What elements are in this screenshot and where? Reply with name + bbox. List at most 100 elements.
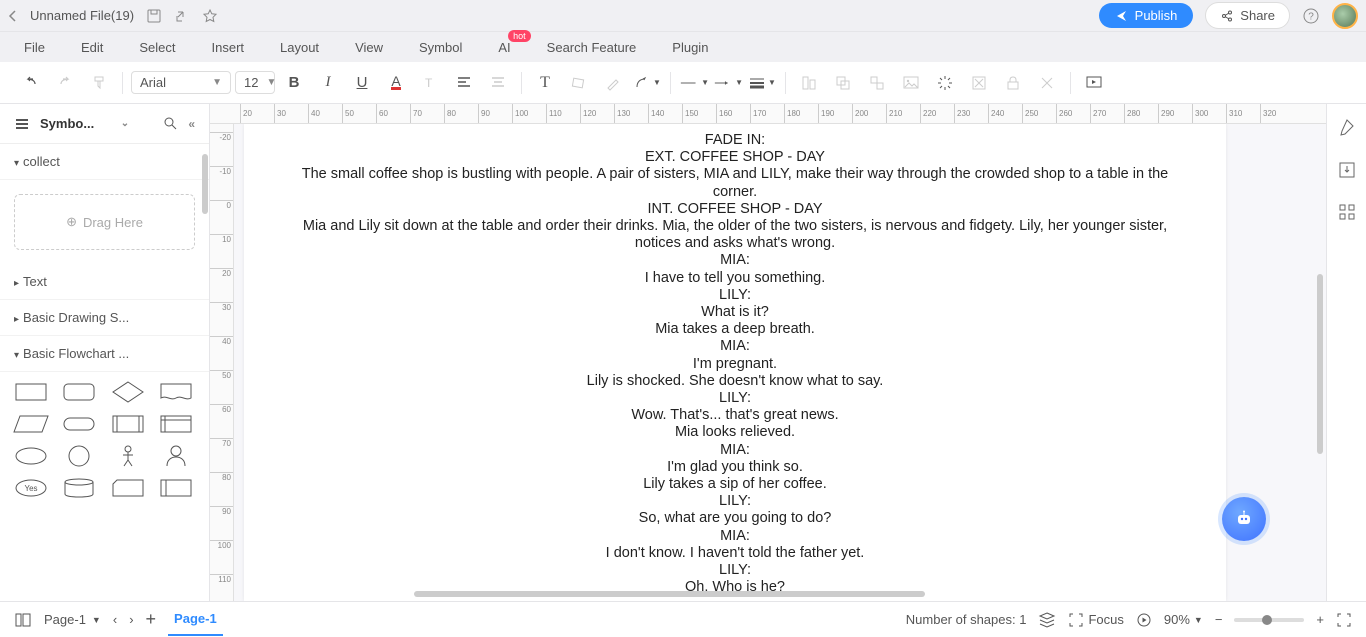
- menu-select[interactable]: Select: [139, 40, 175, 55]
- menu-symbol[interactable]: Symbol: [419, 40, 462, 55]
- ungroup-icon[interactable]: [862, 68, 892, 98]
- help-icon[interactable]: ?: [1302, 7, 1320, 25]
- shape-stickman[interactable]: [107, 442, 149, 470]
- format-painter-icon[interactable]: [84, 68, 114, 98]
- shape-card[interactable]: [107, 474, 149, 502]
- shape-parallelogram[interactable]: [10, 410, 52, 438]
- zoom-slider[interactable]: [1234, 618, 1304, 622]
- apps-panel-icon[interactable]: [1337, 202, 1357, 222]
- save-icon[interactable]: [146, 8, 162, 24]
- bold-icon[interactable]: B: [279, 68, 309, 98]
- section-basic-flowchart[interactable]: ▾Basic Flowchart ...: [0, 336, 209, 372]
- effects-icon[interactable]: [930, 68, 960, 98]
- align-vertical-icon[interactable]: [483, 68, 513, 98]
- back-icon[interactable]: [8, 9, 18, 23]
- page-tab-active[interactable]: Page-1: [168, 603, 223, 636]
- menu-plugin[interactable]: Plugin: [672, 40, 708, 55]
- share-button[interactable]: Share: [1205, 2, 1290, 29]
- shape-circle[interactable]: [58, 442, 100, 470]
- section-text[interactable]: ▸Text: [0, 264, 209, 300]
- line-weight-icon[interactable]: ▼: [747, 68, 777, 98]
- menu-insert[interactable]: Insert: [212, 40, 245, 55]
- add-page-icon[interactable]: +: [146, 609, 157, 630]
- drag-target[interactable]: ⊕ Drag Here: [14, 194, 195, 250]
- align-left-icon[interactable]: [449, 68, 479, 98]
- open-external-icon[interactable]: [174, 8, 190, 24]
- shape-actor[interactable]: [155, 442, 197, 470]
- page-selector[interactable]: Page-1 ▼: [44, 612, 101, 627]
- connector-icon[interactable]: ▼: [632, 68, 662, 98]
- script-line: MIA:: [284, 442, 1186, 459]
- play-icon[interactable]: [1136, 612, 1152, 628]
- section-basic-drawing[interactable]: ▸Basic Drawing S...: [0, 300, 209, 336]
- search-icon[interactable]: [163, 116, 178, 131]
- align-distribute-icon[interactable]: [794, 68, 824, 98]
- shape-yes-label[interactable]: Yes: [10, 474, 52, 502]
- image-icon[interactable]: [896, 68, 926, 98]
- shape-diamond[interactable]: [107, 378, 149, 406]
- presentation-icon[interactable]: [1079, 68, 1109, 98]
- shape-internal-storage[interactable]: [155, 410, 197, 438]
- shape-rect[interactable]: [10, 378, 52, 406]
- prev-page-icon[interactable]: ‹: [113, 612, 117, 627]
- pen-icon[interactable]: [598, 68, 628, 98]
- zoom-out-icon[interactable]: −: [1215, 612, 1223, 627]
- menu-edit[interactable]: Edit: [81, 40, 103, 55]
- undo-icon[interactable]: [16, 68, 46, 98]
- underline-icon[interactable]: U: [347, 68, 377, 98]
- font-color-icon[interactable]: A: [381, 68, 411, 98]
- font-size-select[interactable]: 12▼: [235, 71, 275, 94]
- page-content[interactable]: FADE IN:EXT. COFFEE SHOP - DAYThe small …: [244, 124, 1226, 601]
- outline-icon[interactable]: [14, 611, 32, 629]
- menu-search-feature[interactable]: Search Feature: [547, 40, 637, 55]
- sidebar-scrollbar[interactable]: [201, 144, 209, 601]
- canvas[interactable]: FADE IN:EXT. COFFEE SHOP - DAYThe small …: [234, 124, 1326, 601]
- canvas-vertical-scrollbar[interactable]: [1316, 124, 1324, 601]
- shape-ellipse[interactable]: [10, 442, 52, 470]
- group-icon[interactable]: [828, 68, 858, 98]
- line-style-icon[interactable]: ▼: [679, 68, 709, 98]
- format-panel-icon[interactable]: [1337, 118, 1357, 138]
- shape-rounded-rect[interactable]: [58, 378, 100, 406]
- chevron-down-icon[interactable]: ⌄: [121, 118, 129, 129]
- script-line: Mia looks relieved.: [284, 424, 1186, 441]
- menu-ai[interactable]: AIhot: [498, 40, 510, 55]
- clear-format-icon[interactable]: [964, 68, 994, 98]
- text-tool-icon[interactable]: T: [530, 68, 560, 98]
- zoom-in-icon[interactable]: +: [1316, 612, 1324, 627]
- shape-database[interactable]: [58, 474, 100, 502]
- script-line: LILY:: [284, 493, 1186, 510]
- arrow-style-icon[interactable]: ▼: [713, 68, 743, 98]
- lock-icon[interactable]: [998, 68, 1028, 98]
- toolbar: Arial▼ 12▼ B I U A T T ▼ ▼ ▼ ▼: [0, 62, 1366, 104]
- italic-icon[interactable]: I: [313, 68, 343, 98]
- fullscreen-icon[interactable]: [1336, 612, 1352, 628]
- export-panel-icon[interactable]: [1337, 160, 1357, 180]
- star-icon[interactable]: [202, 8, 218, 24]
- shape-document[interactable]: [155, 378, 197, 406]
- font-family-select[interactable]: Arial▼: [131, 71, 231, 94]
- zoom-level[interactable]: 90% ▼: [1164, 612, 1203, 627]
- redo-icon[interactable]: [50, 68, 80, 98]
- tools-icon[interactable]: [1032, 68, 1062, 98]
- collapse-icon[interactable]: «: [188, 117, 195, 131]
- next-page-icon[interactable]: ›: [129, 612, 133, 627]
- script-line: I'm pregnant.: [284, 356, 1186, 373]
- fill-icon[interactable]: [564, 68, 594, 98]
- shape-terminator[interactable]: [58, 410, 100, 438]
- publish-button[interactable]: Publish: [1099, 3, 1194, 28]
- menu-layout[interactable]: Layout: [280, 40, 319, 55]
- shape-subprocess[interactable]: [155, 474, 197, 502]
- shape-predefined[interactable]: [107, 410, 149, 438]
- script-line: What is it?: [284, 304, 1186, 321]
- focus-button[interactable]: Focus: [1068, 612, 1123, 628]
- menu-view[interactable]: View: [355, 40, 383, 55]
- avatar[interactable]: [1332, 3, 1358, 29]
- canvas-horizontal-scrollbar[interactable]: [414, 591, 1266, 599]
- section-collect[interactable]: ▾collect: [0, 144, 209, 180]
- menu-file[interactable]: File: [24, 40, 45, 55]
- ai-assistant-icon[interactable]: [1222, 497, 1266, 541]
- layers-icon[interactable]: [1038, 611, 1056, 629]
- text-style-icon[interactable]: T: [415, 68, 445, 98]
- shape-palette: Yes: [0, 372, 209, 601]
